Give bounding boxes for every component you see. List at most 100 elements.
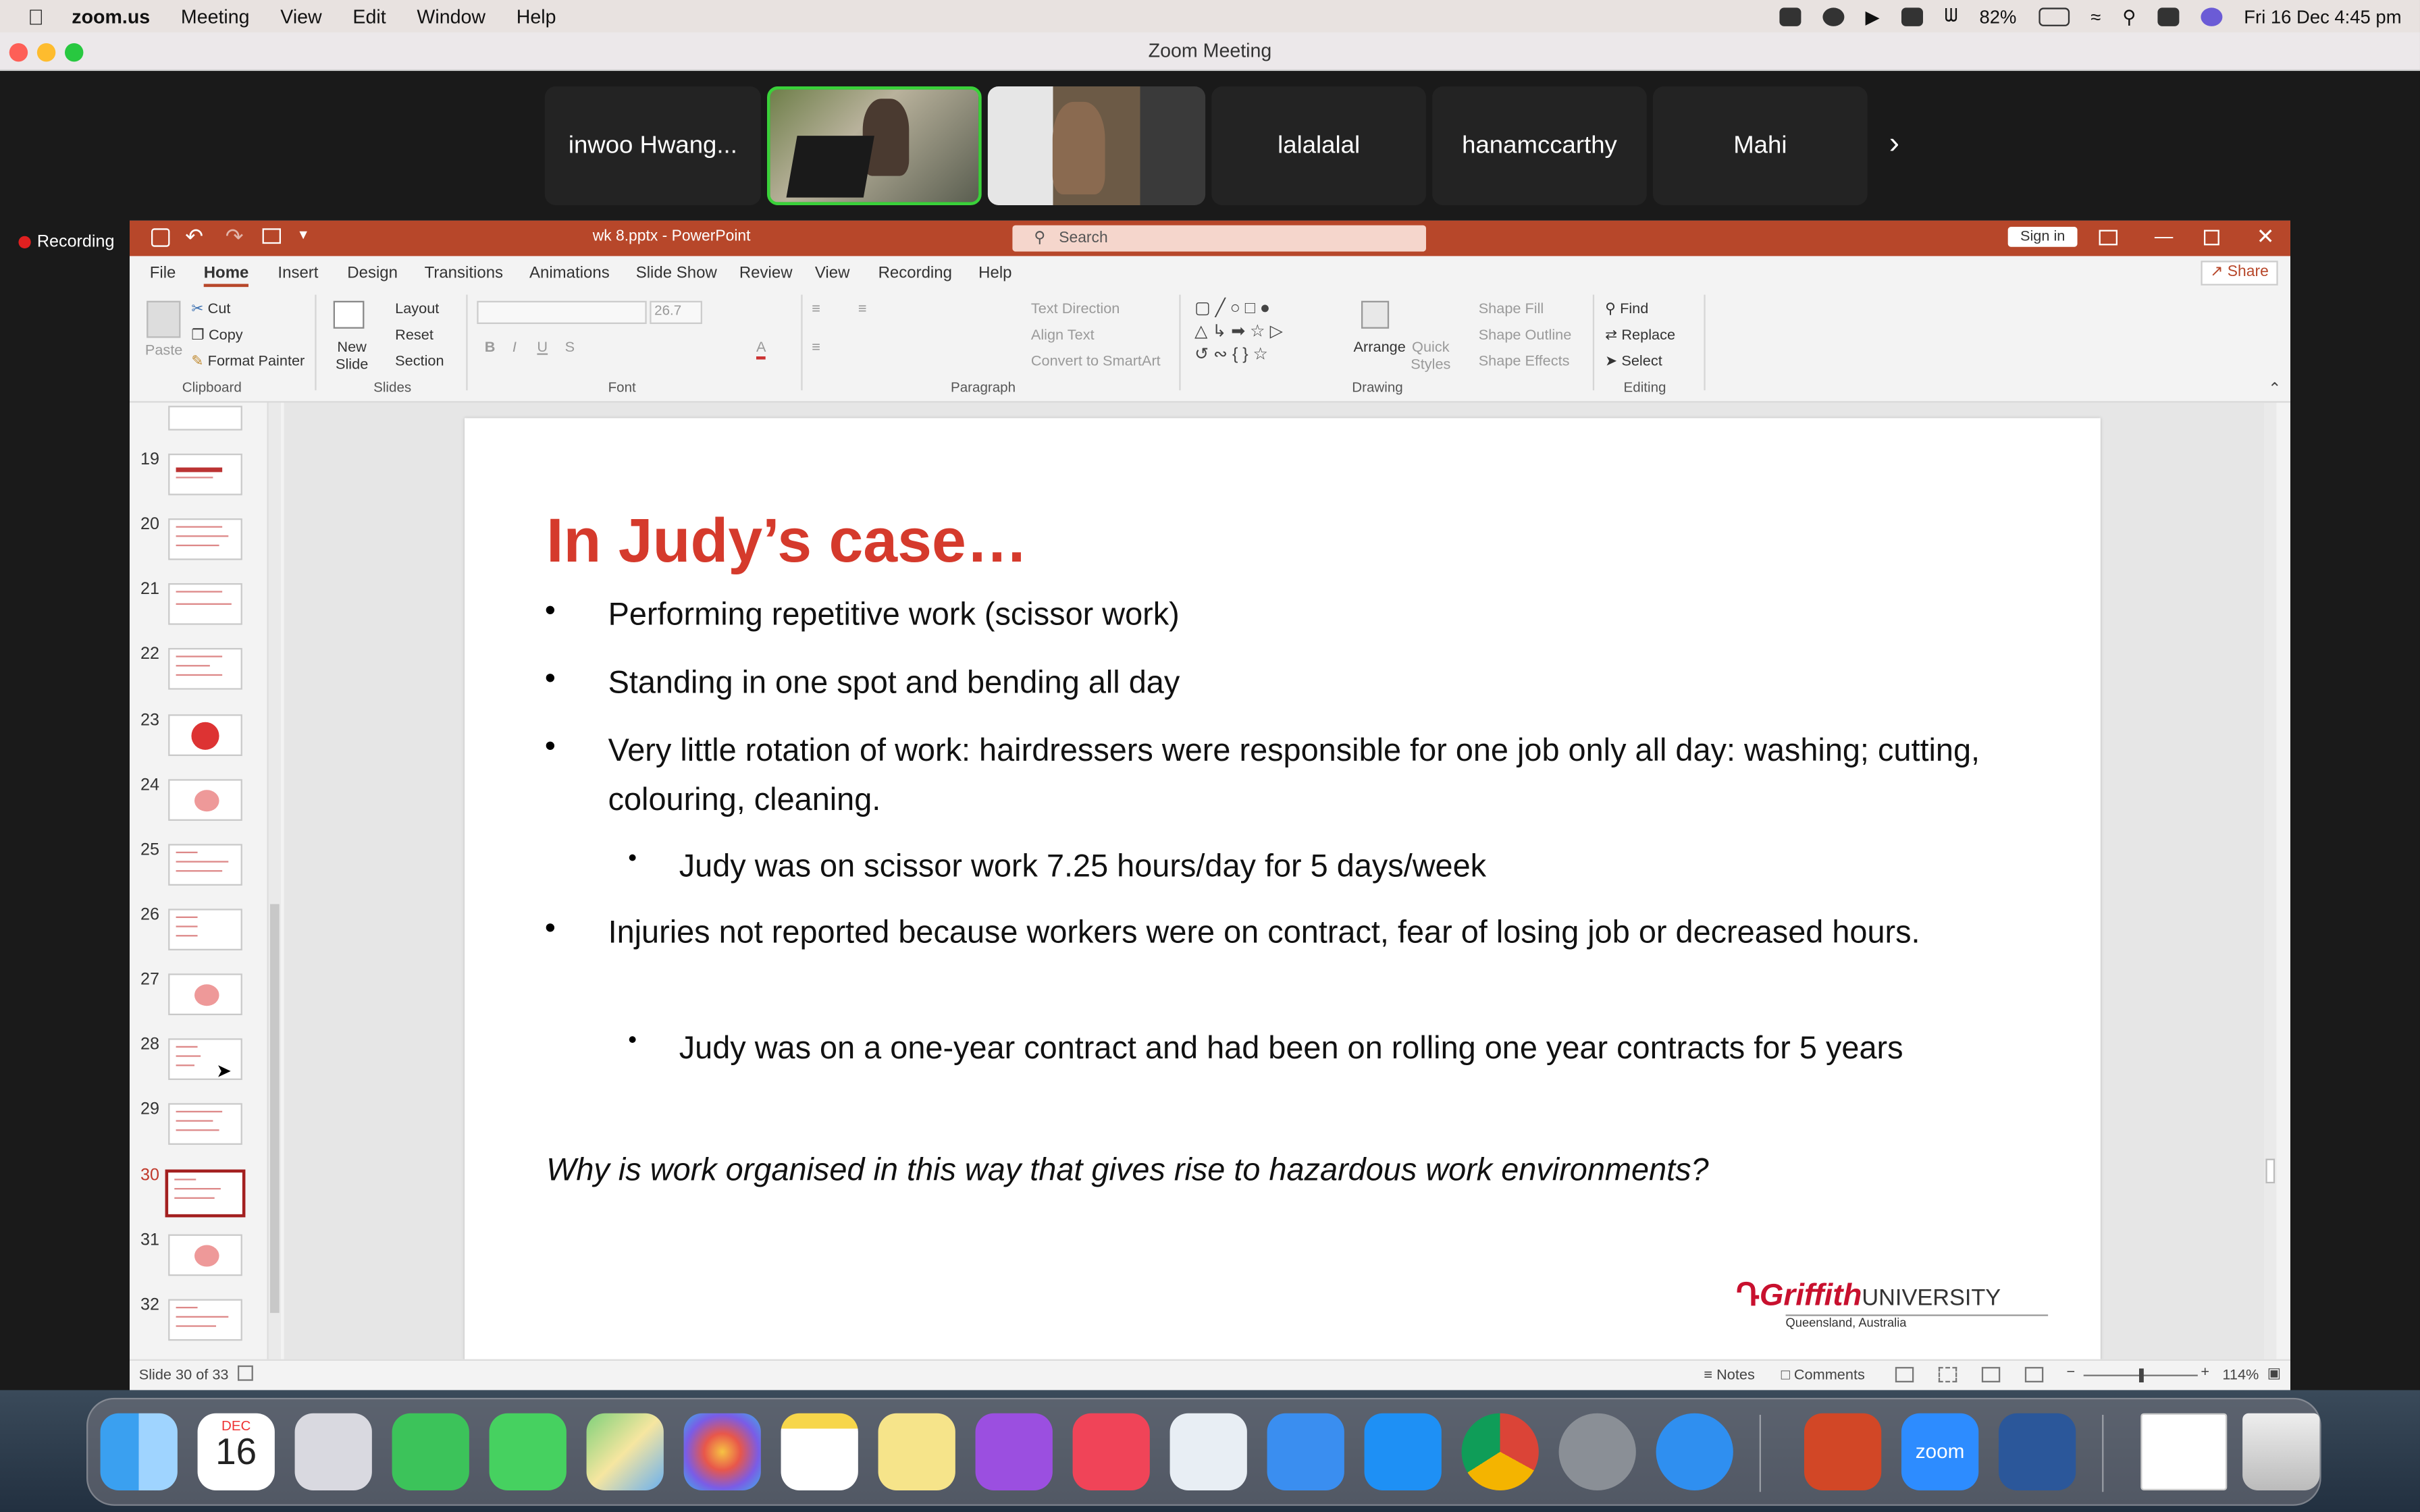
control-center-icon[interactable] bbox=[2157, 7, 2180, 26]
chevron-right-icon[interactable]: › bbox=[1889, 126, 1899, 162]
slide-thumbnail[interactable] bbox=[168, 1103, 242, 1145]
layout-button[interactable]: Layout bbox=[395, 301, 439, 318]
zoom-in-icon[interactable]: + bbox=[2201, 1364, 2209, 1381]
slide-thumbnail[interactable] bbox=[168, 844, 242, 886]
save-icon[interactable] bbox=[151, 228, 170, 247]
tab-transitions[interactable]: Transitions bbox=[425, 264, 503, 282]
recording-indicator[interactable]: Recording bbox=[18, 233, 114, 252]
tab-help[interactable]: Help bbox=[978, 264, 1011, 282]
italic-button[interactable]: I bbox=[512, 340, 517, 356]
messages-icon[interactable] bbox=[489, 1413, 567, 1490]
calendar-icon[interactable]: DEC 16 bbox=[197, 1413, 275, 1490]
slide-thumbnail[interactable] bbox=[168, 647, 242, 690]
tab-home[interactable]: Home bbox=[203, 264, 249, 288]
document-preview-icon[interactable] bbox=[2140, 1413, 2228, 1490]
sign-in-button[interactable]: Sign in bbox=[2007, 226, 2078, 247]
quick-styles-button[interactable]: Quick Styles bbox=[1408, 340, 1454, 373]
undo-icon[interactable]: ↶ bbox=[185, 223, 203, 250]
scroll-thumb[interactable] bbox=[2265, 1158, 2276, 1184]
align-left-icon[interactable]: ≡ bbox=[812, 340, 820, 356]
minimize-window-button[interactable] bbox=[36, 43, 56, 62]
slide-thumbnails-pane[interactable]: 19 20 21 22 23 24 25 26 27 28 ➤ 29 30 31… bbox=[129, 402, 284, 1359]
replace-button[interactable]: ⇄ Replace bbox=[1605, 327, 1675, 344]
wifi-icon[interactable]: ≈ bbox=[2090, 5, 2101, 27]
zoom-slider-thumb[interactable] bbox=[2138, 1368, 2144, 1382]
participant-video[interactable] bbox=[766, 86, 982, 205]
reading-view-icon[interactable] bbox=[1981, 1367, 2001, 1382]
font-size-dropdown[interactable]: 26.7 bbox=[650, 300, 702, 324]
text-direction-button[interactable]: Text Direction bbox=[1031, 301, 1120, 318]
participant-tile[interactable]: Mahi bbox=[1652, 86, 1868, 205]
underline-button[interactable]: U bbox=[537, 340, 548, 356]
slide-thumbnail[interactable] bbox=[168, 779, 242, 821]
thumbnail-scrollbar[interactable] bbox=[267, 402, 281, 1359]
reset-button[interactable]: Reset bbox=[395, 327, 433, 344]
format-painter-button[interactable]: ✎ Format Painter bbox=[191, 353, 305, 370]
section-button[interactable]: Section bbox=[395, 353, 444, 370]
customize-toolbar-icon[interactable]: ▾ bbox=[299, 227, 307, 244]
strikethrough-button[interactable]: S bbox=[565, 340, 575, 356]
restore-icon[interactable] bbox=[2203, 230, 2219, 246]
arrange-icon[interactable] bbox=[1361, 300, 1390, 329]
shape-effects-button[interactable]: Shape Effects bbox=[1479, 353, 1570, 370]
font-color-icon[interactable]: A bbox=[756, 340, 766, 360]
numbering-icon[interactable]: ≡ bbox=[858, 301, 867, 318]
slide[interactable]: In Judy’s case… • Performing repetitive … bbox=[464, 418, 2101, 1363]
slide-question[interactable]: Why is work organised in this way that g… bbox=[546, 1146, 2012, 1195]
zoom-window-button[interactable] bbox=[64, 43, 84, 62]
tab-file[interactable]: File bbox=[150, 264, 176, 282]
bullets-icon[interactable]: ≡ bbox=[812, 301, 820, 318]
slide-thumbnail[interactable] bbox=[168, 1234, 242, 1276]
sub-bullet-text[interactable]: Judy was on a one-year contract and had … bbox=[679, 1025, 2068, 1074]
bold-button[interactable]: B bbox=[485, 340, 496, 356]
normal-view-icon[interactable] bbox=[1895, 1367, 1914, 1382]
accessibility-icon[interactable] bbox=[237, 1365, 253, 1381]
slide-title[interactable]: In Judy’s case… bbox=[546, 508, 1028, 577]
minimize-icon[interactable]: — bbox=[2155, 225, 2173, 247]
share-button[interactable]: ↗ Share bbox=[2201, 261, 2278, 286]
bullet-text[interactable]: Performing repetitive work (scissor work… bbox=[608, 591, 1997, 640]
slide-thumbnail[interactable] bbox=[168, 973, 242, 1015]
zoom-slider[interactable] bbox=[2083, 1368, 2198, 1382]
tab-recording[interactable]: Recording bbox=[878, 264, 952, 282]
apple-icon[interactable]:  bbox=[28, 4, 44, 29]
select-button[interactable]: ➤ Select bbox=[1605, 353, 1662, 370]
slide-thumbnail[interactable] bbox=[168, 714, 242, 756]
maps-icon[interactable] bbox=[586, 1413, 664, 1490]
app-store-icon[interactable] bbox=[1364, 1413, 1442, 1490]
zoom-status-icon[interactable] bbox=[1779, 7, 1801, 26]
trash-icon[interactable] bbox=[2242, 1413, 2320, 1490]
collapse-ribbon-icon[interactable]: ⌃ bbox=[2268, 381, 2281, 398]
powerpoint-icon[interactable] bbox=[1804, 1413, 1882, 1490]
chrome-icon[interactable] bbox=[1461, 1413, 1539, 1490]
tab-view[interactable]: View bbox=[815, 264, 850, 282]
menu-meeting[interactable]: Meeting bbox=[181, 5, 250, 27]
menubar-app-name[interactable]: zoom.us bbox=[72, 5, 150, 27]
creative-cloud-icon[interactable] bbox=[1822, 7, 1844, 26]
cut-button[interactable]: ✂ Cut bbox=[191, 301, 230, 318]
slide-thumbnail[interactable] bbox=[168, 406, 242, 431]
paste-button[interactable]: Paste bbox=[145, 342, 183, 359]
podcasts-icon[interactable] bbox=[975, 1413, 1053, 1490]
slide-thumbnail[interactable] bbox=[168, 909, 242, 950]
battery-icon[interactable] bbox=[2038, 7, 2070, 26]
stickies-icon[interactable] bbox=[878, 1413, 955, 1490]
menu-help[interactable]: Help bbox=[517, 5, 556, 27]
photos-icon[interactable] bbox=[683, 1413, 761, 1490]
participant-tile[interactable]: hanamccarthy bbox=[1432, 86, 1647, 205]
slide-editor[interactable]: In Judy’s case… • Performing repetitive … bbox=[284, 402, 2277, 1363]
numbers-icon[interactable] bbox=[1169, 1413, 1247, 1490]
shape-outline-button[interactable]: Shape Outline bbox=[1479, 327, 1572, 344]
bullet-text[interactable]: Injuries not reported because workers we… bbox=[608, 909, 1966, 958]
tab-review[interactable]: Review bbox=[739, 264, 793, 282]
convert-smartart-button[interactable]: Convert to SmartArt bbox=[1031, 353, 1161, 370]
play-icon[interactable]: ▶ bbox=[1866, 5, 1880, 27]
zoom-app-icon[interactable]: zoom bbox=[1901, 1413, 1979, 1490]
finder-icon[interactable] bbox=[100, 1413, 178, 1490]
present-icon[interactable] bbox=[262, 228, 281, 244]
zoom-level[interactable]: 114% bbox=[2222, 1367, 2259, 1384]
menu-view[interactable]: View bbox=[280, 5, 321, 27]
ribbon-display-icon[interactable] bbox=[2099, 230, 2118, 246]
safari-icon[interactable] bbox=[1656, 1413, 1733, 1490]
notes-icon[interactable] bbox=[781, 1413, 858, 1490]
